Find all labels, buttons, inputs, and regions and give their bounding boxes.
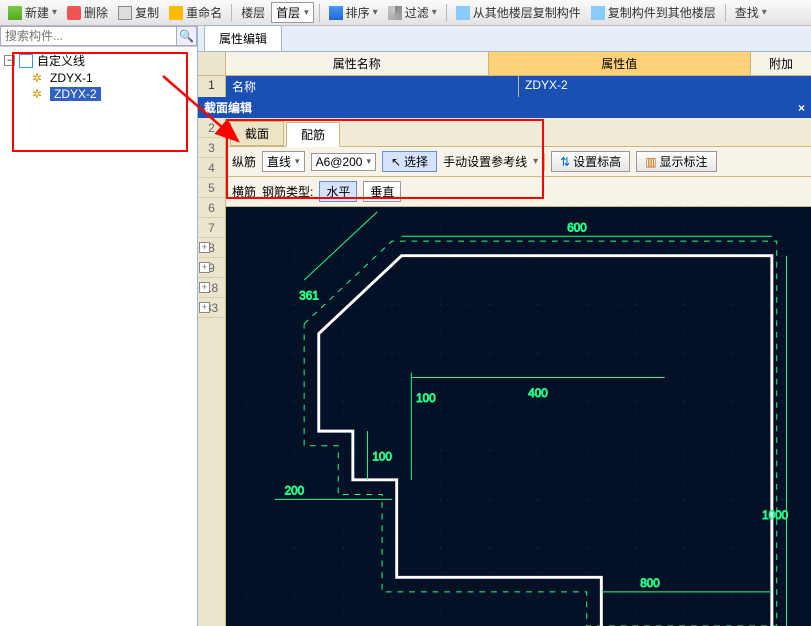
pick-button[interactable]: ↖选择	[382, 151, 437, 172]
copy-to-button[interactable]: 复制构件到其他楼层	[587, 2, 720, 23]
dim-diag: 361	[299, 290, 319, 303]
prop-name: 名称	[226, 76, 519, 97]
filter-button[interactable]: 过滤▾	[384, 2, 441, 23]
tree-root[interactable]: − 自定义线	[4, 51, 193, 70]
col-value: 属性值	[489, 52, 752, 75]
spec-select[interactable]: A6@200▾	[311, 153, 376, 171]
sort-button[interactable]: 排序▾	[325, 2, 382, 23]
copy-from-button[interactable]: 从其他楼层复制构件	[452, 2, 585, 23]
delete-button[interactable]: 删除	[63, 2, 112, 23]
tab-section[interactable]: 截面	[230, 121, 284, 146]
floor-label: 楼层	[237, 2, 269, 23]
row-number-column: 234567 891833	[198, 118, 226, 626]
tab-rebar[interactable]: 配筋	[286, 122, 340, 147]
tab-strip: 属性编辑	[198, 26, 811, 52]
floor-select[interactable]: 首层▾	[271, 2, 314, 23]
elevation-icon: ⇅	[560, 155, 570, 169]
trans-rebar-label: 横筋	[232, 183, 256, 200]
col-attach: 附加	[751, 52, 811, 75]
close-icon[interactable]: ×	[798, 101, 805, 115]
copy-button[interactable]: 复制	[114, 2, 163, 23]
property-row[interactable]: 1 名称 ZDYX-2	[198, 76, 811, 97]
rebar-type-label: 钢筋类型:	[262, 183, 313, 200]
show-annotation-button[interactable]: ▥显示标注	[636, 151, 716, 172]
gear-icon: ✲	[32, 71, 46, 85]
search-icon[interactable]: 🔍	[177, 26, 197, 46]
search-input[interactable]	[0, 26, 177, 46]
chart-icon: ▥	[645, 155, 656, 169]
main-toolbar: 新建▾ 删除 复制 重命名 楼层 首层▾ 排序▾ 过滤▾ 从其他楼层复制构件 复…	[0, 0, 811, 26]
cad-canvas[interactable]: 600 361 100 400 100 200 10	[226, 207, 811, 626]
collapse-icon[interactable]: −	[4, 55, 15, 66]
rebar-form-row2: 横筋 钢筋类型: 水平 垂直	[226, 177, 811, 207]
tree-item-label: ZDYX-2	[50, 87, 101, 101]
tree-item[interactable]: ✲ ZDYX-1	[4, 70, 193, 86]
section-editor-title: 截面编辑 ×	[198, 97, 811, 118]
dim-800: 800	[640, 577, 660, 590]
prop-value[interactable]: ZDYX-2	[519, 76, 811, 97]
tree-item-selected[interactable]: ✲ ZDYX-2	[4, 86, 193, 102]
vertical-chip[interactable]: 垂直	[363, 181, 401, 202]
cad-svg: 600 361 100 400 100 200 10	[226, 207, 811, 626]
dim-top: 600	[567, 221, 587, 234]
component-tree-panel: 🔍 − 自定义线 ✲ ZDYX-1 ✲ ZDYX-2	[0, 26, 198, 626]
dim-200: 200	[285, 484, 305, 497]
cursor-icon: ↖	[391, 155, 401, 169]
section-title-label: 截面编辑	[204, 99, 252, 116]
dim-100a: 100	[416, 392, 436, 405]
property-header: 属性名称 属性值 附加	[198, 52, 811, 76]
tree-root-label: 自定义线	[37, 52, 85, 69]
manual-ref-label[interactable]: 手动设置参考线	[443, 153, 527, 170]
set-elevation-button[interactable]: ⇅设置标高	[551, 151, 630, 172]
dim-400: 400	[528, 387, 548, 400]
rename-button[interactable]: 重命名	[165, 2, 226, 23]
tree-item-label: ZDYX-1	[50, 71, 93, 85]
rebar-form-row1: 纵筋 直线▾ A6@200▾ ↖选择 手动设置参考线▾ ⇅设置标高 ▥显示标注	[226, 147, 811, 177]
mode-select[interactable]: 直线▾	[262, 151, 305, 172]
long-rebar-label: 纵筋	[232, 153, 256, 170]
component-tree: − 自定义线 ✲ ZDYX-1 ✲ ZDYX-2	[0, 47, 197, 106]
find-button[interactable]: 查找▾	[731, 2, 771, 23]
horizontal-chip[interactable]: 水平	[319, 181, 357, 202]
col-name: 属性名称	[226, 52, 489, 75]
new-button[interactable]: 新建▾	[4, 2, 61, 23]
tab-properties[interactable]: 属性编辑	[204, 25, 282, 51]
section-tabs: 截面 配筋	[226, 118, 811, 147]
row-number: 1	[198, 76, 226, 97]
gear-icon: ✲	[32, 87, 46, 101]
dim-1000: 1000	[762, 509, 789, 522]
dim-100b: 100	[372, 450, 392, 463]
